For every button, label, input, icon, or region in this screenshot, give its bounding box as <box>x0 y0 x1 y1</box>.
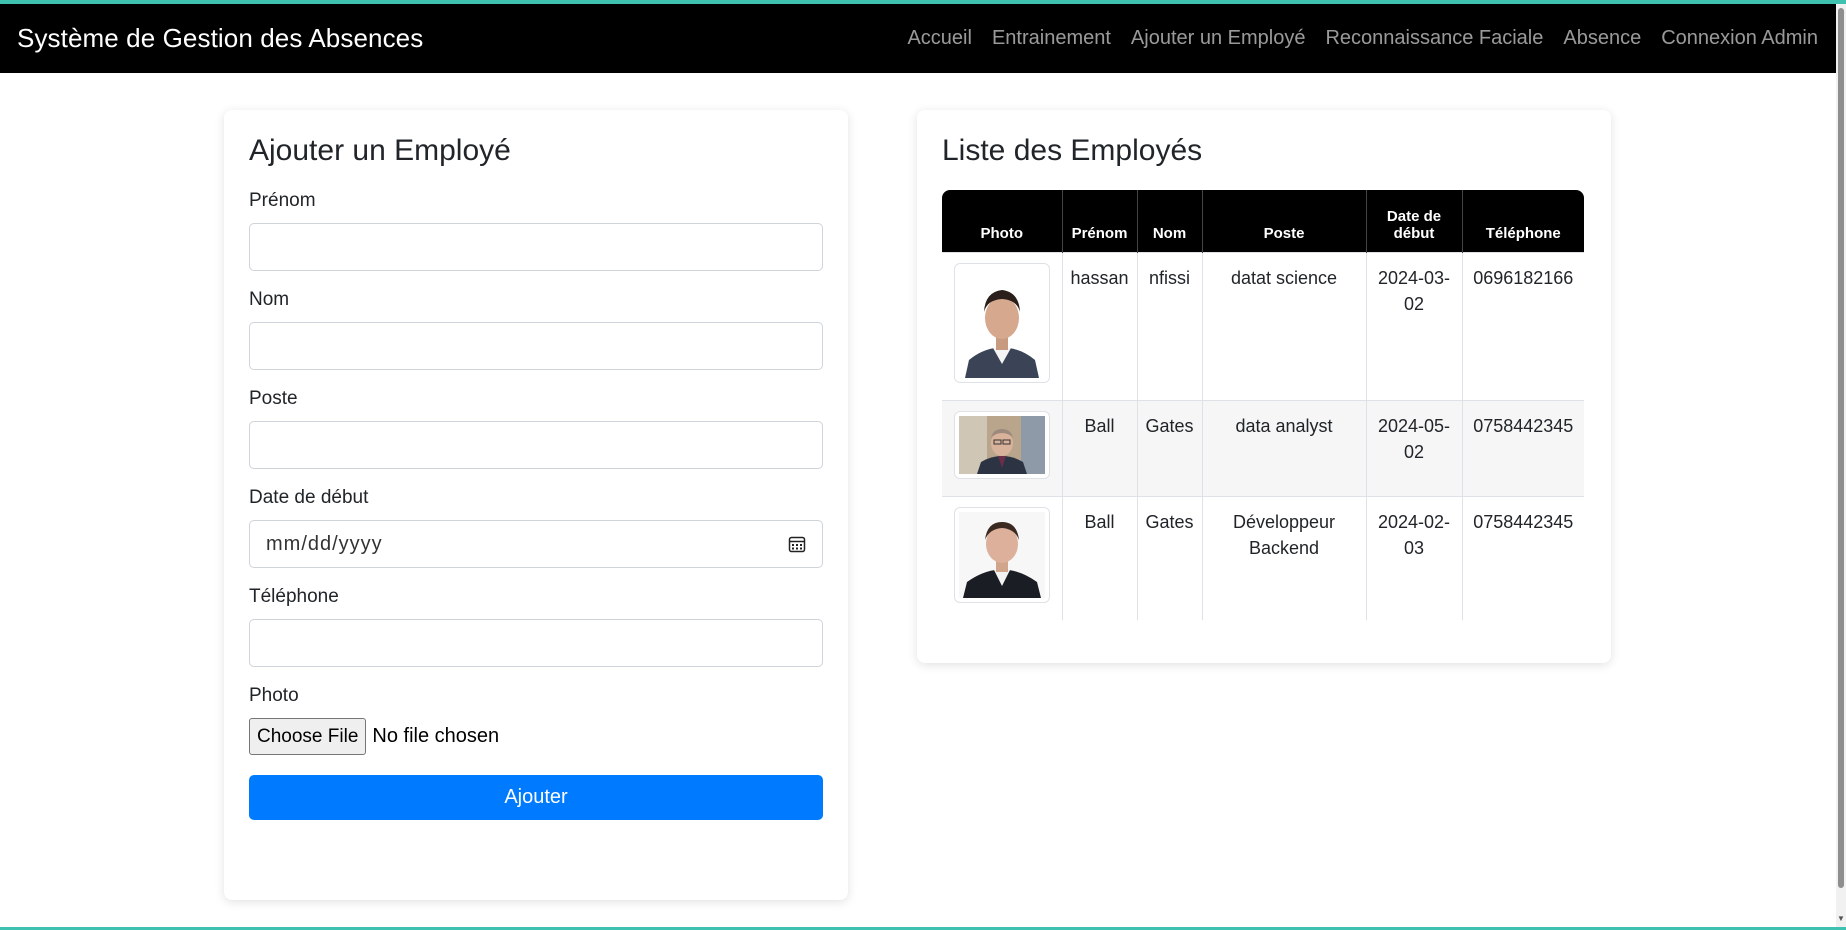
nav-link-entrainement[interactable]: Entrainement <box>982 27 1121 50</box>
file-status: No file chosen <box>372 725 500 747</box>
photo-label: Photo <box>249 685 299 706</box>
nav-link-absence[interactable]: Absence <box>1553 27 1651 50</box>
nav-link-ajouter-employe[interactable]: Ajouter un Employé <box>1121 27 1316 50</box>
photo-cell <box>942 495 1063 620</box>
telephone-group: Téléphone <box>249 586 823 667</box>
cell-date: 2024-03-02 <box>1366 251 1463 400</box>
cell-prenom: Ball <box>1062 399 1138 496</box>
table-row: Ball Gates data analyst 2024-05-02 07584… <box>942 399 1584 496</box>
poste-input[interactable] <box>249 421 823 469</box>
employee-photo <box>953 506 1050 603</box>
cell-date: 2024-02-03 <box>1366 495 1463 620</box>
cell-telephone: 0696182166 <box>1462 251 1584 400</box>
scroll-down-icon[interactable]: ▼ <box>1837 914 1845 923</box>
cell-telephone: 0758442345 <box>1462 399 1584 496</box>
poste-group: Poste <box>249 388 823 469</box>
employee-list-title: Liste des Employés <box>942 134 1203 167</box>
nav-link-connexion-admin[interactable]: Connexion Admin <box>1651 27 1818 50</box>
cell-telephone: 0758442345 <box>1462 495 1584 620</box>
vertical-scrollbar[interactable]: ▲ ▼ <box>1836 4 1846 927</box>
nav-link-reconnaissance-faciale[interactable]: Reconnaissance Faciale <box>1315 27 1553 50</box>
portrait-young-man-icon <box>958 267 1045 378</box>
portrait-man-glasses-icon <box>958 415 1045 474</box>
calendar-icon[interactable] <box>788 535 806 553</box>
navbar: Système de Gestion des Absences Accueil … <box>0 4 1836 73</box>
column-header-nom: Nom <box>1137 190 1203 252</box>
date-group: Date de début mm/dd/yyyy <box>249 487 823 568</box>
add-employee-title: Ajouter un Employé <box>249 134 511 167</box>
employee-list-card: Liste des Employés Photo Prénom Nom Post… <box>917 110 1611 663</box>
cell-poste: data analyst <box>1202 399 1367 496</box>
cell-nom: nfissi <box>1137 251 1203 400</box>
cell-prenom: hassan <box>1062 251 1138 400</box>
cell-poste: Développeur Backend <box>1202 495 1367 620</box>
cell-poste: datat science <box>1202 251 1367 400</box>
photo-group: Photo Choose File No file chosen <box>249 685 823 755</box>
file-input: Choose File No file chosen <box>249 718 823 755</box>
prenom-input[interactable] <box>249 223 823 271</box>
prenom-label: Prénom <box>249 190 316 211</box>
employee-table-wrapper: Photo Prénom Nom Poste Date de début Tél… <box>942 190 1584 620</box>
telephone-label: Téléphone <box>249 586 339 607</box>
poste-label: Poste <box>249 388 298 409</box>
column-header-telephone: Téléphone <box>1462 190 1584 252</box>
add-employee-card: Ajouter un Employé Prénom Nom Poste Date… <box>224 110 848 900</box>
page: Système de Gestion des Absences Accueil … <box>0 0 1846 930</box>
employee-photo <box>953 262 1050 383</box>
scroll-thumb[interactable] <box>1838 8 1844 888</box>
employee-photo <box>953 410 1050 479</box>
nom-input[interactable] <box>249 322 823 370</box>
ajouter-button[interactable]: Ajouter <box>249 775 823 820</box>
cell-prenom: Ball <box>1062 495 1138 620</box>
navbar-brand[interactable]: Système de Gestion des Absences <box>17 23 423 54</box>
date-input[interactable]: mm/dd/yyyy <box>249 520 823 568</box>
column-header-photo: Photo <box>942 190 1063 252</box>
nav-links: Accueil Entrainement Ajouter un Employé … <box>897 27 1818 50</box>
nom-group: Nom <box>249 289 823 370</box>
photo-cell <box>942 251 1063 400</box>
column-header-date: Date de début <box>1366 190 1463 252</box>
table-header-row: Photo Prénom Nom Poste Date de début Tél… <box>942 190 1584 252</box>
nav-link-accueil[interactable]: Accueil <box>897 27 981 50</box>
date-label: Date de début <box>249 487 369 508</box>
prenom-group: Prénom <box>249 190 823 271</box>
employee-table: Photo Prénom Nom Poste Date de début Tél… <box>942 190 1584 620</box>
table-row: Ball Gates Développeur Backend 2024-02-0… <box>942 495 1584 620</box>
portrait-man-suit-icon <box>958 511 1045 598</box>
cell-date: 2024-05-02 <box>1366 399 1463 496</box>
column-header-poste: Poste <box>1202 190 1367 252</box>
column-header-prenom: Prénom <box>1062 190 1138 252</box>
choose-file-button[interactable]: Choose File <box>249 718 367 755</box>
nom-label: Nom <box>249 289 290 310</box>
cell-nom: Gates <box>1137 399 1203 496</box>
date-placeholder: mm/dd/yyyy <box>266 532 383 555</box>
cell-nom: Gates <box>1137 495 1203 620</box>
photo-cell <box>942 399 1063 496</box>
telephone-input[interactable] <box>249 619 823 667</box>
table-row: hassan nfissi datat science 2024-03-02 0… <box>942 251 1584 400</box>
